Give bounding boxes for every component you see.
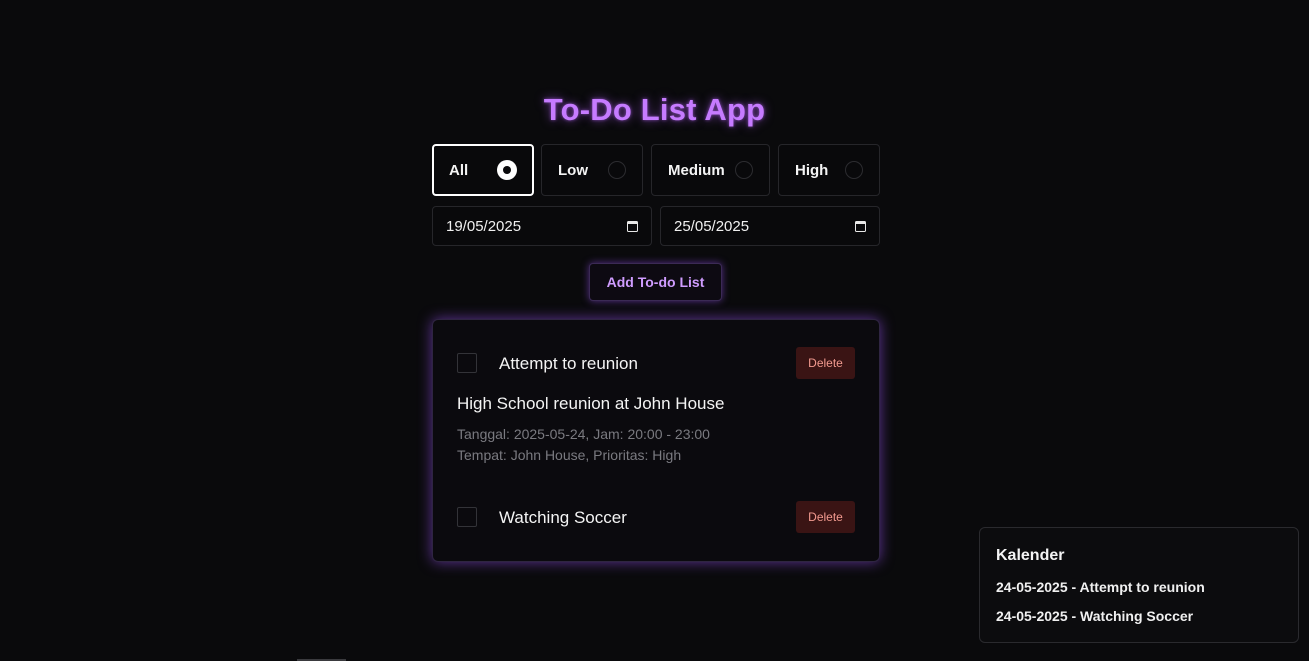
add-todo-button[interactable]: Add To-do List [589,263,722,301]
calendar-icon[interactable] [627,220,638,232]
start-date-input[interactable]: 19/05/2025 [432,206,652,246]
radio-checked-icon[interactable] [497,160,517,180]
calendar-title: Kalender [996,547,1065,564]
todo-date-time: Tanggal: 2025-05-24, Jam: 20:00 - 23:00 [457,426,710,442]
calendar-icon[interactable] [855,220,866,232]
todo-checkbox[interactable] [457,507,477,527]
app-root: To-Do List App All Low Medium High 19/05… [0,0,1309,661]
delete-button[interactable]: Delete [796,347,855,379]
end-date-value: 25/05/2025 [674,217,750,235]
calendar-panel: Kalender 24-05-2025 - Attempt to reunion… [979,527,1299,643]
calendar-entry: 24-05-2025 - Watching Soccer [996,608,1194,624]
filter-label-all: All [449,161,469,179]
page-title: To-Do List App [543,92,766,127]
todo-place-priority: Tempat: John House, Prioritas: High [457,447,682,463]
todo-title: Watching Soccer [499,508,627,527]
filter-all[interactable]: All [432,144,534,196]
todo-description: High School reunion at John House [457,394,725,413]
delete-button[interactable]: Delete [796,501,855,533]
todo-list: Attempt to reunion Delete High School re… [432,319,880,562]
radio-unchecked-icon[interactable] [608,161,626,179]
todo-title: Attempt to reunion [499,354,638,373]
filter-label-medium: Medium [668,161,725,179]
filter-label-low: Low [558,161,588,179]
filter-low[interactable]: Low [541,144,643,196]
todo-checkbox[interactable] [457,353,477,373]
filter-label-high: High [795,161,829,179]
end-date-input[interactable]: 25/05/2025 [660,206,880,246]
radio-unchecked-icon[interactable] [735,161,753,179]
filter-medium[interactable]: Medium [651,144,770,196]
radio-unchecked-icon[interactable] [845,161,863,179]
start-date-value: 19/05/2025 [446,217,522,235]
filter-high[interactable]: High [778,144,880,196]
calendar-entry: 24-05-2025 - Attempt to reunion [996,579,1205,595]
